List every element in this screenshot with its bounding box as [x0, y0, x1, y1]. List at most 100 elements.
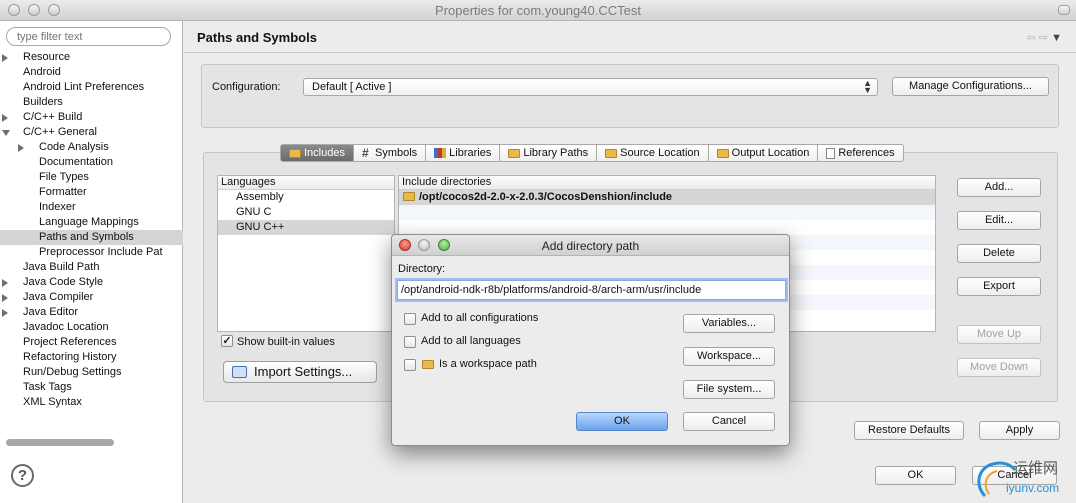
add-to-all-configurations-checkbox[interactable]: [404, 313, 416, 325]
sidebar-item[interactable]: Indexer: [0, 200, 183, 215]
window-title-bar: Properties for com.young40.CCTest: [0, 0, 1076, 21]
sidebar-item[interactable]: C/C++ General: [0, 125, 183, 140]
languages-list[interactable]: Languages Assembly GNU C GNU C++: [217, 175, 395, 332]
sidebar-item[interactable]: Task Tags: [0, 380, 183, 395]
sidebar-item[interactable]: Code Analysis: [0, 140, 183, 155]
configuration-value: Default [ Active ]: [312, 81, 392, 93]
sidebar-item[interactable]: C/C++ Build: [0, 110, 183, 125]
configuration-label: Configuration:: [212, 81, 281, 93]
import-settings-button[interactable]: Import Settings...: [223, 361, 377, 383]
sidebar-item[interactable]: Documentation: [0, 155, 183, 170]
add-to-all-languages-checkbox[interactable]: [404, 336, 416, 348]
workspace-button[interactable]: Workspace...: [683, 347, 775, 366]
configuration-select[interactable]: Default [ Active ] ▲ ▼: [303, 78, 878, 96]
language-row[interactable]: GNU C++: [218, 220, 394, 235]
help-icon[interactable]: ?: [11, 464, 34, 487]
sidebar-item-label: Java Compiler: [23, 291, 94, 303]
divider: [184, 52, 1076, 53]
edit-button[interactable]: Edit...: [957, 211, 1041, 230]
dialog-title-bar: Add directory path: [392, 235, 789, 256]
sidebar-scrollbar[interactable]: [6, 439, 114, 446]
include-directories-header: Include directories: [399, 176, 935, 190]
sidebar-item-label: Language Mappings: [39, 216, 139, 228]
sidebar-item[interactable]: XML Syntax: [0, 395, 183, 410]
add-button[interactable]: Add...: [957, 178, 1041, 197]
sidebar-item-label: Paths and Symbols: [39, 231, 134, 243]
sidebar-item[interactable]: Project References: [0, 335, 183, 350]
languages-header: Languages: [218, 176, 394, 190]
workspace-path-label: Is a workspace path: [439, 358, 537, 370]
file-system-button[interactable]: File system...: [683, 380, 775, 399]
tab-includes[interactable]: Includes: [280, 144, 354, 162]
sidebar-item[interactable]: Preprocessor Include Pat: [0, 245, 183, 260]
tab-libraries[interactable]: Libraries: [426, 144, 501, 162]
folder-icon: [508, 149, 521, 158]
import-settings-label: Import Settings...: [254, 364, 353, 379]
tab-symbols[interactable]: # Symbols: [353, 144, 427, 162]
move-down-button[interactable]: Move Down: [957, 358, 1041, 377]
tab-label: Output Location: [731, 147, 810, 159]
sidebar-item-label: Javadoc Location: [23, 321, 109, 333]
folder-icon: [716, 149, 729, 158]
language-row[interactable]: GNU C: [218, 205, 394, 220]
dialog-ok-button[interactable]: OK: [576, 412, 668, 431]
language-row[interactable]: Assembly: [218, 190, 394, 205]
sidebar-item[interactable]: Formatter: [0, 185, 183, 200]
variables-button[interactable]: Variables...: [683, 314, 775, 333]
sidebar-item[interactable]: Builders: [0, 95, 183, 110]
dialog-cancel-button[interactable]: Cancel: [683, 412, 775, 431]
sidebar-item[interactable]: Java Build Path: [0, 260, 183, 275]
add-to-all-languages-label: Add to all languages: [421, 335, 521, 347]
sidebar-item[interactable]: Android: [0, 65, 183, 80]
sidebar-item[interactable]: Run/Debug Settings: [0, 365, 183, 380]
sidebar-item[interactable]: Language Mappings: [0, 215, 183, 230]
sidebar-item[interactable]: Javadoc Location: [0, 320, 183, 335]
move-up-button[interactable]: Move Up: [957, 325, 1041, 344]
stepper-arrows-icon: ▲ ▼: [863, 78, 872, 95]
include-directory-path: /opt/cocos2d-2.0-x-2.0.3/CocosDenshion/i…: [419, 191, 673, 203]
sidebar-item[interactable]: Resource: [0, 50, 183, 65]
tab-source-location[interactable]: Source Location: [597, 144, 709, 162]
sidebar-item[interactable]: Java Editor: [0, 305, 183, 320]
view-menu-icon[interactable]: ▼: [1051, 32, 1062, 44]
show-builtin-checkbox[interactable]: ✓: [221, 335, 233, 347]
sidebar-item[interactable]: Paths and Symbols: [0, 230, 183, 245]
manage-configurations-button[interactable]: Manage Configurations...: [892, 77, 1049, 96]
preference-tree: Resource Android Android Lint Preferences B…: [0, 50, 183, 410]
include-directory-row[interactable]: /opt/cocos2d-2.0-x-2.0.3/CocosDenshion/i…: [399, 190, 935, 205]
back-arrow-icon[interactable]: ⇦: [1027, 32, 1036, 44]
filter-input[interactable]: [6, 27, 171, 46]
chevron-right-icon[interactable]: [2, 279, 8, 287]
workspace-path-checkbox[interactable]: [404, 359, 416, 371]
show-builtin-label: Show built-in values: [237, 336, 335, 348]
forward-arrow-icon[interactable]: ⇨: [1039, 32, 1048, 44]
sidebar-item-label: Builders: [23, 96, 63, 108]
apply-button[interactable]: Apply: [979, 421, 1060, 440]
tab-library-paths[interactable]: Library Paths: [500, 144, 598, 162]
sidebar-item-label: C/C++ Build: [23, 111, 83, 123]
sidebar-item[interactable]: Java Compiler: [0, 290, 183, 305]
restore-defaults-button[interactable]: Restore Defaults: [854, 421, 964, 440]
directory-input[interactable]: /opt/android-ndk-r8b/platforms/android-8…: [397, 280, 786, 300]
folder-icon: [605, 149, 618, 158]
delete-button[interactable]: Delete: [957, 244, 1041, 263]
ok-button[interactable]: OK: [875, 466, 956, 485]
chevron-right-icon[interactable]: [2, 309, 8, 317]
sidebar-item-label: Android Lint Preferences: [23, 81, 145, 93]
tab-output-location[interactable]: Output Location: [708, 144, 819, 162]
chevron-right-icon[interactable]: [18, 144, 24, 152]
chevron-right-icon[interactable]: [2, 114, 8, 122]
tab-references[interactable]: References: [818, 144, 904, 162]
sidebar-item-label: C/C++ General: [23, 126, 97, 138]
export-button[interactable]: Export: [957, 277, 1041, 296]
hash-icon: #: [361, 145, 369, 160]
sidebar-item[interactable]: Android Lint Preferences: [0, 80, 183, 95]
add-directory-dialog: Add directory path Directory: /opt/andro…: [391, 234, 790, 446]
sidebar-item[interactable]: Refactoring History: [0, 350, 183, 365]
sidebar-item[interactable]: Java Code Style: [0, 275, 183, 290]
chevron-down-icon[interactable]: [2, 130, 10, 136]
sidebar-item[interactable]: File Types: [0, 170, 183, 185]
chevron-right-icon[interactable]: [2, 54, 8, 62]
toolbar-toggle-button[interactable]: [1058, 5, 1070, 15]
chevron-right-icon[interactable]: [2, 294, 8, 302]
